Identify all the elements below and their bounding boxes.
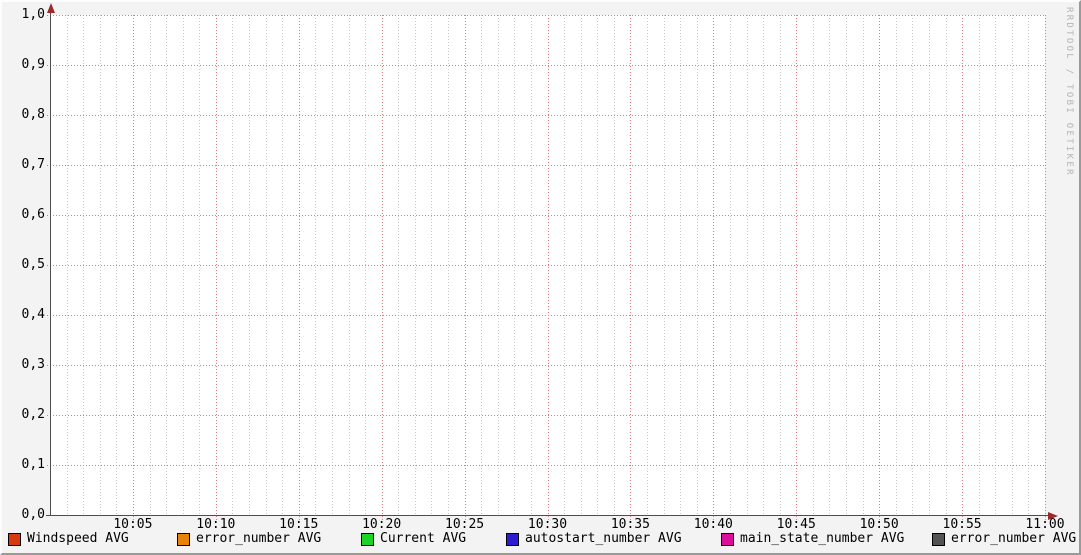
x-axis-line	[46, 515, 1049, 516]
x-axis-tick-label: 10:30	[527, 517, 568, 532]
legend-swatch	[506, 533, 519, 546]
rrdtool-graph: 1,0 0,9 0,8 0,7 0,6 0,5 0,4 0,3 0,2 0,1 0,0 10:05 10…	[0, 0, 1081, 555]
major-gridline-vertical	[713, 15, 715, 521]
x-axis-tick-label: 10:10	[196, 517, 236, 532]
major-gridline-vertical	[381, 15, 383, 521]
y-axis-arrow-icon	[47, 3, 55, 13]
y-axis-tick-label: 0,0	[21, 507, 45, 522]
x-axis-tick-label: 10:35	[610, 517, 650, 532]
major-gridline-horizontal	[47, 115, 1045, 116]
legend-swatch	[361, 533, 374, 546]
major-gridline-vertical	[298, 15, 300, 521]
legend-label: error_number AVG	[196, 531, 322, 546]
y-axis-tick-label: 0,7	[21, 157, 45, 172]
x-axis-tick-label: 10:50	[859, 517, 899, 532]
y-axis-tick-label: 0,1	[21, 457, 45, 472]
x-axis-tick-label: 11:00	[1025, 517, 1065, 532]
y-axis-tick-label: 0,8	[21, 107, 45, 122]
x-axis-tick-label: 10:05	[113, 517, 153, 532]
major-gridline-vertical	[630, 15, 632, 521]
major-gridline-vertical	[962, 15, 964, 521]
y-axis-tick-label: 1,0	[21, 7, 45, 22]
major-gridline-horizontal	[47, 315, 1045, 316]
x-axis-tick-label: 10:55	[942, 517, 982, 532]
rrdtool-watermark: RRDTOOL / TOBI OETIKER	[1064, 7, 1074, 177]
graph-stage: 1,0 0,9 0,8 0,7 0,6 0,5 0,4 0,3 0,2 0,1 0,0 10:05 10…	[2, 2, 1079, 553]
y-axis-line	[50, 8, 51, 516]
major-gridline-vertical	[879, 15, 881, 521]
y-axis-tick-label: 0,6	[21, 207, 45, 222]
major-gridline-vertical	[132, 15, 134, 521]
legend-label: Current AVG	[380, 531, 467, 546]
major-gridline-horizontal	[47, 415, 1045, 416]
legend-label: error_number AVG	[951, 531, 1077, 546]
legend-label: main_state_number AVG	[740, 531, 905, 546]
legend-swatch	[8, 533, 21, 546]
major-gridline-vertical	[215, 15, 217, 521]
major-gridline-vertical	[547, 15, 549, 521]
y-axis-tick-label: 0,9	[21, 57, 45, 72]
y-axis-tick-label: 0,3	[21, 357, 45, 372]
legend-swatch	[932, 533, 945, 546]
major-gridline-vertical	[1045, 15, 1046, 521]
x-axis-tick-label: 10:15	[279, 517, 319, 532]
major-gridline-horizontal	[47, 15, 1045, 16]
y-axis-tick-label: 0,2	[21, 407, 45, 422]
major-gridline-horizontal	[47, 465, 1045, 466]
major-gridline-horizontal	[47, 265, 1045, 266]
y-axis-tick-label: 0,4	[21, 307, 45, 322]
major-gridline-vertical	[796, 15, 798, 521]
legend-label: autostart_number AVG	[525, 531, 682, 546]
legend-label: Windspeed AVG	[27, 531, 129, 546]
legend-swatch	[177, 533, 190, 546]
x-axis-tick-label: 10:45	[776, 517, 816, 532]
major-gridline-horizontal	[47, 215, 1045, 216]
y-axis-tick-label: 0,5	[21, 257, 45, 272]
major-gridline-vertical	[464, 15, 466, 521]
major-gridline-horizontal	[47, 365, 1045, 366]
legend-swatch	[721, 533, 734, 546]
x-axis-tick-label: 10:25	[445, 517, 485, 532]
major-gridline-horizontal	[47, 165, 1045, 166]
x-axis-tick-label: 10:20	[362, 517, 402, 532]
major-gridline-horizontal	[47, 65, 1045, 66]
x-axis-tick-label: 10:40	[693, 517, 733, 532]
